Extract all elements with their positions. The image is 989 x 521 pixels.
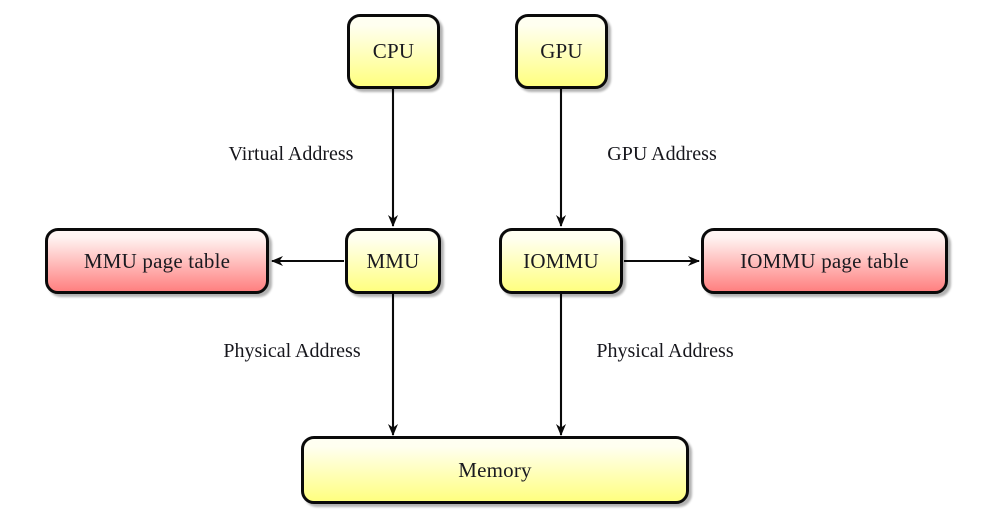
node-cpu[interactable]: CPU	[347, 14, 440, 89]
node-mmu-page-table-label: MMU page table	[83, 248, 231, 273]
node-gpu[interactable]: GPU	[515, 14, 608, 89]
node-iommu[interactable]: IOMMU	[499, 228, 623, 294]
node-memory[interactable]: Memory	[301, 436, 689, 504]
node-mmu-page-table[interactable]: MMU page table	[45, 228, 269, 294]
node-mmu[interactable]: MMU	[345, 228, 441, 294]
edge-label-gpu-address: GPU Address	[607, 143, 717, 165]
edge-label-physical-address-left: Physical Address	[223, 340, 361, 362]
node-iommu-label: IOMMU	[523, 248, 599, 273]
node-memory-label: Memory	[458, 457, 532, 482]
architecture-diagram: CPU GPU MMU page table MMU IOMMU IOMMU p…	[0, 0, 989, 521]
edge-label-physical-address-right: Physical Address	[596, 340, 734, 362]
node-mmu-label: MMU	[366, 248, 420, 273]
node-cpu-label: CPU	[372, 39, 415, 63]
node-gpu-label: GPU	[540, 39, 583, 63]
node-iommu-page-table[interactable]: IOMMU page table	[701, 228, 948, 294]
node-iommu-page-table-label: IOMMU page table	[740, 248, 909, 273]
edge-label-virtual-address: Virtual Address	[228, 143, 354, 165]
